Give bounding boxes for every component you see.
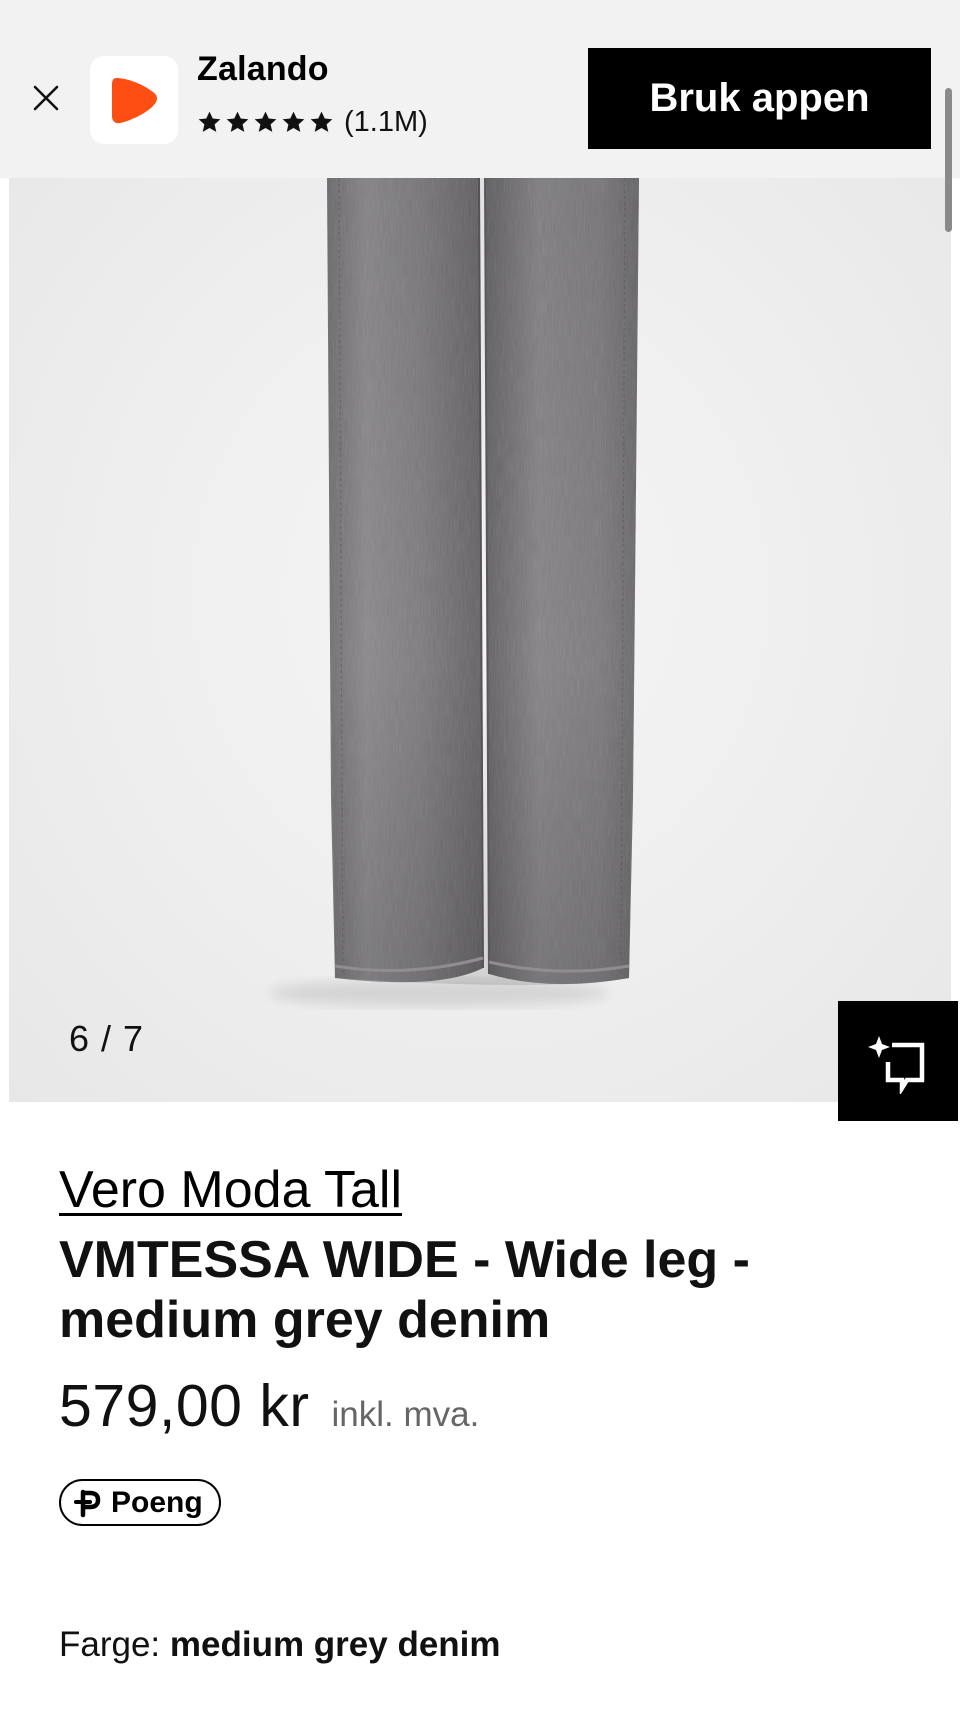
app-rating: (1.1M) [197, 104, 428, 140]
product-image-gallery[interactable]: 6 / 7 [9, 178, 951, 1102]
color-label: Farge: [59, 1625, 161, 1664]
star-icon [198, 111, 221, 132]
rating-count: (1.1M) [344, 105, 428, 138]
brand-link[interactable]: Vero Moda Tall [59, 1160, 402, 1220]
star-icon [254, 111, 277, 132]
star-icon [310, 111, 333, 132]
points-badge[interactable]: Poeng [59, 1479, 221, 1526]
points-p-icon [74, 1489, 101, 1517]
product-title: VMTESSA WIDE - Wide leg - medium grey de… [59, 1231, 750, 1349]
points-label: Poeng [111, 1485, 203, 1519]
app-install-banner: Zalando (1.1M) Bruk appen [0, 0, 960, 178]
open-app-button[interactable]: Bruk appen [588, 48, 931, 149]
close-icon[interactable] [26, 78, 66, 118]
zalando-logo [90, 56, 178, 144]
price-row: 579,00 kr inkl. mva. [59, 1372, 479, 1440]
app-name: Zalando [197, 50, 329, 88]
scrollbar-thumb[interactable] [945, 88, 952, 232]
product-price: 579,00 kr [59, 1373, 310, 1439]
sparkle-frame-icon [868, 1036, 925, 1094]
tax-note: inkl. mva. [331, 1395, 480, 1434]
product-photo-jeans [269, 178, 639, 1007]
star-icon [226, 111, 249, 132]
star-icon [282, 111, 305, 132]
image-counter: 6 / 7 [69, 1018, 145, 1059]
rating-stars [197, 110, 334, 135]
color-value: medium grey denim [169, 1625, 501, 1664]
color-row: Farge: medium grey denim [59, 1625, 501, 1665]
find-similar-button[interactable] [838, 1001, 958, 1121]
